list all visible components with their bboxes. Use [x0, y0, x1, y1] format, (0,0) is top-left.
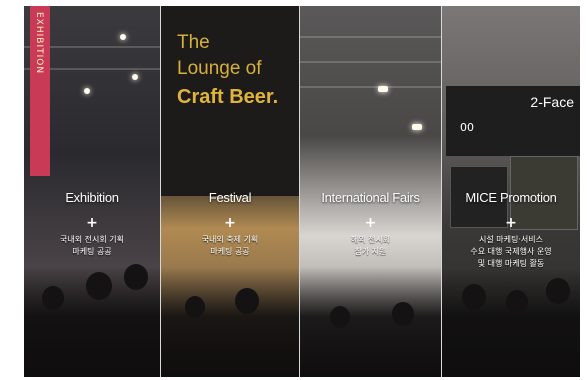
crowd-silhouette	[161, 267, 299, 377]
promo-collage: EXHIBITION Exhibition + 국내외 전시회 기획 마케팅 공…	[24, 6, 580, 377]
booth-sign-text: 2-Face	[530, 94, 574, 110]
crowd-person	[235, 288, 259, 314]
sign-text: Craft Beer.	[177, 86, 279, 108]
panel-description: 국내외 축제 기획	[201, 235, 259, 244]
plus-icon: +	[86, 215, 98, 231]
panel-title: International Fairs	[321, 190, 420, 205]
panel-exhibition[interactable]: EXHIBITION Exhibition + 국내외 전시회 기획 마케팅 공…	[24, 6, 160, 377]
crowd-person	[392, 302, 414, 326]
panel-title: Festival	[208, 190, 252, 205]
ceiling-light	[120, 34, 126, 40]
ceiling-light	[412, 124, 422, 130]
ceiling-light	[84, 88, 90, 94]
panel-description: 국내외 전시회 기획	[60, 235, 124, 244]
craft-beer-sign: The Lounge of Craft Beer.	[161, 6, 299, 196]
crowd-person	[124, 264, 148, 290]
panel-description: 해외 전시회	[350, 235, 391, 244]
ceiling-light	[378, 86, 388, 92]
plus-icon: +	[364, 215, 377, 231]
panel-description: 마케팅 공공	[210, 247, 250, 256]
panel-international-fairs[interactable]: International Fairs + 해외 전시회 참가 지원	[300, 6, 441, 377]
crowd-person	[546, 278, 570, 304]
crowd-person	[330, 306, 350, 328]
plus-icon: +	[224, 215, 236, 231]
panel-description: 수요 대행 국제행사 운영	[470, 247, 552, 256]
crowd-person	[185, 296, 205, 318]
panel-description: 시설 마케팅·서비스	[479, 235, 543, 244]
crowd-silhouette	[300, 267, 441, 377]
panel-description: 마케팅 공공	[72, 247, 112, 256]
plus-icon: +	[505, 215, 517, 231]
crowd-person	[86, 272, 112, 300]
panel-title: Exhibition	[65, 190, 119, 205]
ceiling-truss	[300, 86, 441, 88]
panel-divider	[160, 6, 161, 377]
panel-festival[interactable]: The Lounge of Craft Beer. Festival + 국내외…	[161, 6, 299, 377]
panel-title: MICE Promotion	[465, 190, 557, 205]
sign-text: The	[177, 32, 210, 53]
panel-description: 참가 지원	[354, 247, 387, 256]
panel-mice-promotion[interactable]: 2-Face 00 MICE Promotion + 시설 마케팅·서비스 수요…	[442, 6, 580, 377]
panel-divider	[299, 6, 300, 377]
ceiling-truss	[300, 36, 441, 38]
panel-divider	[441, 6, 442, 377]
sign-text: Lounge of	[177, 58, 262, 79]
hanging-banner: EXHIBITION	[30, 6, 50, 176]
booth-sign-text: 00	[460, 121, 474, 134]
ceiling-truss	[300, 61, 441, 63]
ceiling-light	[132, 74, 138, 80]
crowd-person	[462, 284, 486, 310]
crowd-person	[42, 286, 64, 310]
crowd-person	[506, 290, 528, 314]
